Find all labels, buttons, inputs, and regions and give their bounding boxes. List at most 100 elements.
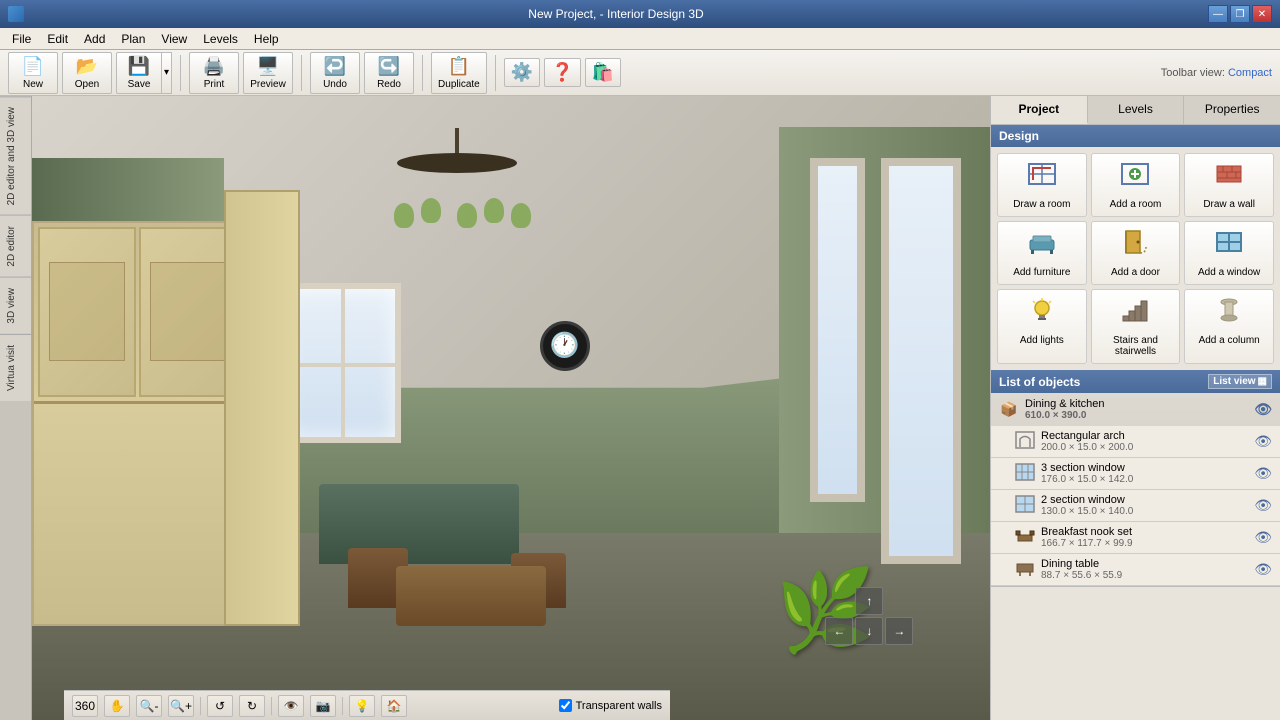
menu-help[interactable]: Help xyxy=(246,30,287,48)
zoom-out-button[interactable]: 🔍- xyxy=(136,695,162,717)
light-button[interactable]: 💡 xyxy=(349,695,375,717)
draw-wall-icon xyxy=(1214,160,1244,195)
group-visibility-icon[interactable]: 👁 xyxy=(1254,401,1272,418)
zoom-in-button[interactable]: 🔍+ xyxy=(168,695,194,717)
transparent-walls-toggle[interactable]: Transparent walls xyxy=(559,699,662,712)
menu-edit[interactable]: Edit xyxy=(39,30,76,48)
arch-visibility-icon[interactable]: 👁 xyxy=(1254,433,1272,450)
look-button[interactable]: 👁️ xyxy=(278,695,304,717)
nav-arrow-right[interactable]: → xyxy=(885,617,913,645)
design-add-lights[interactable]: Add lights xyxy=(997,289,1087,364)
tab-project[interactable]: Project xyxy=(991,96,1088,124)
save-dropdown-button[interactable]: ▾ xyxy=(162,52,172,94)
tab-3d-view[interactable]: 3D view xyxy=(0,277,31,334)
tab-2d-editor[interactable]: 2D editor xyxy=(0,215,31,277)
tall-cabinet xyxy=(224,190,301,627)
chandelier-body xyxy=(397,153,517,173)
home-button[interactable]: 🏠 xyxy=(381,695,407,717)
undo-button[interactable]: ↩️ Undo xyxy=(310,52,360,94)
draw-room-icon xyxy=(1027,160,1057,195)
arch-icon xyxy=(1015,431,1035,452)
3-section-window-visibility-icon[interactable]: 👁 xyxy=(1254,465,1272,482)
object-breakfast-nook[interactable]: Breakfast nook set 166.7 × 117.7 × 99.9 … xyxy=(991,522,1280,554)
menubar: File Edit Add Plan View Levels Help xyxy=(0,28,1280,50)
close-button[interactable]: ✕ xyxy=(1252,5,1272,23)
design-add-column[interactable]: Add a column xyxy=(1184,289,1274,364)
wall-clock: 🕐 xyxy=(540,321,590,371)
rotate-button[interactable]: ↻ xyxy=(239,695,265,717)
design-add-room[interactable]: Add a room xyxy=(1091,153,1181,217)
add-lights-label: Add lights xyxy=(1020,335,1064,346)
settings-button[interactable]: ⚙️ xyxy=(504,58,540,87)
360-view-button[interactable]: 360 xyxy=(72,695,98,717)
design-stairs[interactable]: Stairs and stairwells xyxy=(1091,289,1181,364)
tab-properties[interactable]: Properties xyxy=(1184,96,1280,124)
toolbar-sep3 xyxy=(422,55,423,91)
nav-arrow-up[interactable]: ↑ xyxy=(855,587,883,615)
nav-arrow-empty-1 xyxy=(825,587,853,615)
nav-arrow-left[interactable]: ← xyxy=(825,617,853,645)
design-draw-room[interactable]: Draw a room xyxy=(997,153,1087,217)
duplicate-label: Duplicate xyxy=(438,79,480,90)
add-column-label: Add a column xyxy=(1199,335,1260,346)
nav-arrow-down[interactable]: ↓ xyxy=(855,617,883,645)
open-button[interactable]: 📂 Open xyxy=(62,52,112,94)
store-button[interactable]: 🛍️ xyxy=(585,58,621,87)
menu-file[interactable]: File xyxy=(4,30,39,48)
list-view-button[interactable]: List view ▦ xyxy=(1208,374,1272,389)
undo-icon: ↩️ xyxy=(324,56,346,77)
bottom-sep1 xyxy=(200,697,201,715)
store-icon: 🛍️ xyxy=(592,62,614,83)
object-3-section-window[interactable]: 3 section window 176.0 × 15.0 × 142.0 👁 xyxy=(991,458,1280,490)
redo-button[interactable]: ↪️ Redo xyxy=(364,52,414,94)
toolbar: 📄 New 📂 Open 💾 Save ▾ 🖨️ Print 🖥️ Previe… xyxy=(0,50,1280,96)
add-furniture-label: Add furniture xyxy=(1013,267,1070,278)
pan-button[interactable]: ✋ xyxy=(104,695,130,717)
menu-levels[interactable]: Levels xyxy=(195,30,246,48)
object-dining-table[interactable]: Dining table 88.7 × 55.6 × 55.9 👁 xyxy=(991,554,1280,586)
menu-add[interactable]: Add xyxy=(76,30,113,48)
minimize-button[interactable]: — xyxy=(1208,5,1228,23)
dining-table-info: Dining table 88.7 × 55.6 × 55.9 xyxy=(1041,558,1248,581)
save-label: Save xyxy=(128,79,151,90)
right-panel: Project Levels Properties Design Draw a … xyxy=(990,96,1280,720)
titlebar-controls[interactable]: — ❒ ✕ xyxy=(1208,5,1272,23)
preview-button[interactable]: 🖥️ Preview xyxy=(243,52,293,94)
design-draw-wall[interactable]: Draw a wall xyxy=(1184,153,1274,217)
design-add-furniture[interactable]: Add furniture xyxy=(997,221,1087,285)
tab-virtual-visit[interactable]: Virtua visit xyxy=(0,334,31,401)
tab-2d-3d-view[interactable]: 2D editor and 3D view xyxy=(0,96,31,215)
object-rectangular-arch[interactable]: Rectangular arch 200.0 × 15.0 × 200.0 👁 xyxy=(991,426,1280,458)
restore-button[interactable]: ❒ xyxy=(1230,5,1250,23)
compact-link[interactable]: Compact xyxy=(1228,67,1272,79)
new-button[interactable]: 📄 New xyxy=(8,52,58,94)
breakfast-nook-visibility-icon[interactable]: 👁 xyxy=(1254,529,1272,546)
design-add-door[interactable]: Add a door xyxy=(1091,221,1181,285)
menu-view[interactable]: View xyxy=(153,30,195,48)
menu-plan[interactable]: Plan xyxy=(113,30,153,48)
window-divider-h xyxy=(287,363,395,367)
dining-table xyxy=(396,566,546,626)
print-button[interactable]: 🖨️ Print xyxy=(189,52,239,94)
bottom-sep2 xyxy=(271,697,272,715)
transparent-walls-checkbox[interactable] xyxy=(559,699,572,712)
2-section-window-visibility-icon[interactable]: 👁 xyxy=(1254,497,1272,514)
objects-list: 📦 Dining & kitchen 610.0 × 390.0 👁 xyxy=(991,393,1280,720)
object-2-section-window[interactable]: 2 section window 130.0 × 15.0 × 140.0 👁 xyxy=(991,490,1280,522)
tab-levels[interactable]: Levels xyxy=(1088,96,1185,124)
orbit-button[interactable]: ↺ xyxy=(207,695,233,717)
undo-label: Undo xyxy=(323,79,347,90)
object-group-header[interactable]: 📦 Dining & kitchen 610.0 × 390.0 👁 xyxy=(991,393,1280,426)
design-add-window[interactable]: Add a window xyxy=(1184,221,1274,285)
camera-button[interactable]: 📷 xyxy=(310,695,336,717)
save-button[interactable]: 💾 Save xyxy=(116,52,162,94)
object-group-dining-kitchen: 📦 Dining & kitchen 610.0 × 390.0 👁 xyxy=(991,393,1280,587)
3-section-window-dims: 176.0 × 15.0 × 142.0 xyxy=(1041,474,1248,485)
dining-table-visibility-icon[interactable]: 👁 xyxy=(1254,561,1272,578)
draw-wall-label: Draw a wall xyxy=(1203,199,1255,210)
breakfast-nook-icon xyxy=(1015,527,1035,548)
add-door-label: Add a door xyxy=(1111,267,1160,278)
viewport[interactable]: 🕐 🌿 ↑ xyxy=(32,96,990,720)
help-button[interactable]: ❓ xyxy=(544,58,580,87)
duplicate-button[interactable]: 📋 Duplicate xyxy=(431,52,487,94)
